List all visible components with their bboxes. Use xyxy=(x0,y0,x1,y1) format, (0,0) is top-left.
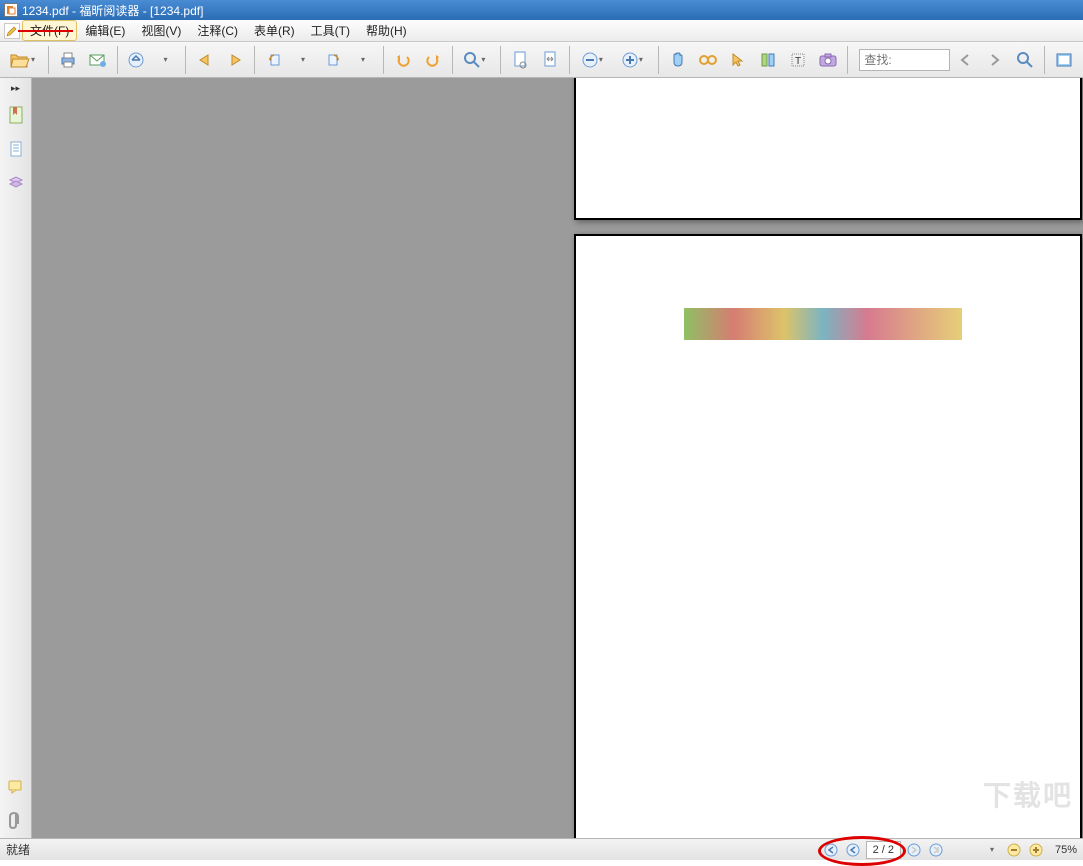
advanced-search-button[interactable] xyxy=(1012,47,1038,73)
find-prev-button[interactable] xyxy=(952,47,978,73)
bookmark-tool-button[interactable] xyxy=(755,47,781,73)
status-first-page-button[interactable] xyxy=(822,841,840,859)
window-title: 1234.pdf - 福昕阅读器 - [1234.pdf] xyxy=(22,2,203,19)
nav-dropdown[interactable]: ▾ xyxy=(153,47,179,73)
menu-comment[interactable]: 注释(C) xyxy=(189,20,246,41)
next-page-button[interactable] xyxy=(222,47,248,73)
document-viewport[interactable]: 下载吧 xyxy=(32,78,1083,838)
fit-page-button[interactable] xyxy=(507,47,533,73)
zoom-tool-button[interactable]: ▾ xyxy=(458,47,494,73)
pages-panel-button[interactable] xyxy=(4,137,28,161)
annotation-underline xyxy=(18,30,73,32)
menu-view[interactable]: 视图(V) xyxy=(133,20,189,41)
find-next-button[interactable] xyxy=(982,47,1008,73)
comments-panel-button[interactable] xyxy=(4,775,28,799)
app-icon xyxy=(4,3,18,17)
prev-page-button[interactable] xyxy=(192,47,218,73)
menu-edit[interactable]: 编辑(E) xyxy=(77,20,133,41)
bookmarks-panel-button[interactable] xyxy=(4,103,28,127)
search-input[interactable] xyxy=(864,53,945,67)
view-mode-dropdown[interactable]: ▾ xyxy=(983,841,1001,859)
status-last-page-button[interactable] xyxy=(927,841,945,859)
email-button[interactable] xyxy=(85,47,111,73)
window-titlebar: 1234.pdf - 福昕阅读器 - [1234.pdf] xyxy=(0,0,1083,20)
status-zoom-out-button[interactable] xyxy=(1005,841,1023,859)
statusbar: 就绪 2 / 2 ▾ 75% xyxy=(0,838,1083,860)
menu-tool[interactable]: 工具(T) xyxy=(303,20,358,41)
rotate-right-button[interactable] xyxy=(321,47,347,73)
fit-width-button[interactable] xyxy=(537,47,563,73)
page-content-gradient xyxy=(684,308,962,340)
layers-panel-button[interactable] xyxy=(4,171,28,195)
page-number-box[interactable]: 2 / 2 xyxy=(866,841,901,859)
open-button[interactable]: ▾ xyxy=(6,47,42,73)
status-next-page-button[interactable] xyxy=(905,841,923,859)
print-button[interactable] xyxy=(55,47,81,73)
rotate-right-dropdown[interactable]: ▾ xyxy=(351,47,377,73)
status-ready-label: 就绪 xyxy=(6,841,30,858)
main-toolbar: ▾ ▾ ▾ ▾ xyxy=(0,42,1083,78)
rotate-left-button[interactable] xyxy=(261,47,287,73)
status-prev-page-button[interactable] xyxy=(844,841,862,859)
zoom-level-label: 75% xyxy=(1055,844,1077,856)
redo-button[interactable] xyxy=(420,47,446,73)
zoom-out-button[interactable]: ▾ xyxy=(576,47,612,73)
hand-tool-button[interactable] xyxy=(665,47,691,73)
menu-help[interactable]: 帮助(H) xyxy=(358,20,415,41)
sidebar: ▸▸ xyxy=(0,78,32,838)
attachments-panel-button[interactable] xyxy=(4,809,28,833)
fullscreen-button[interactable] xyxy=(1051,47,1077,73)
select-tool-button[interactable] xyxy=(725,47,751,73)
search-box[interactable] xyxy=(859,49,950,71)
rotate-dropdown[interactable]: ▾ xyxy=(291,47,317,73)
sidebar-collapse-icon[interactable]: ▸▸ xyxy=(6,82,26,94)
menu-form[interactable]: 表单(R) xyxy=(246,20,303,41)
svg-text:T: T xyxy=(795,56,801,67)
snapshot-button[interactable] xyxy=(815,47,841,73)
read-mode-button[interactable] xyxy=(695,47,721,73)
page-current xyxy=(574,234,1082,838)
first-page-button[interactable] xyxy=(123,47,149,73)
undo-button[interactable] xyxy=(390,47,416,73)
text-tool-button[interactable]: T xyxy=(785,47,811,73)
page-prev-partial xyxy=(574,78,1082,220)
zoom-in-button[interactable]: ▾ xyxy=(616,47,652,73)
menubar: 文件(F) 编辑(E) 视图(V) 注释(C) 表单(R) 工具(T) 帮助(H… xyxy=(0,20,1083,42)
status-zoom-in-button[interactable] xyxy=(1027,841,1045,859)
page-number-display: 2 / 2 xyxy=(873,844,894,856)
